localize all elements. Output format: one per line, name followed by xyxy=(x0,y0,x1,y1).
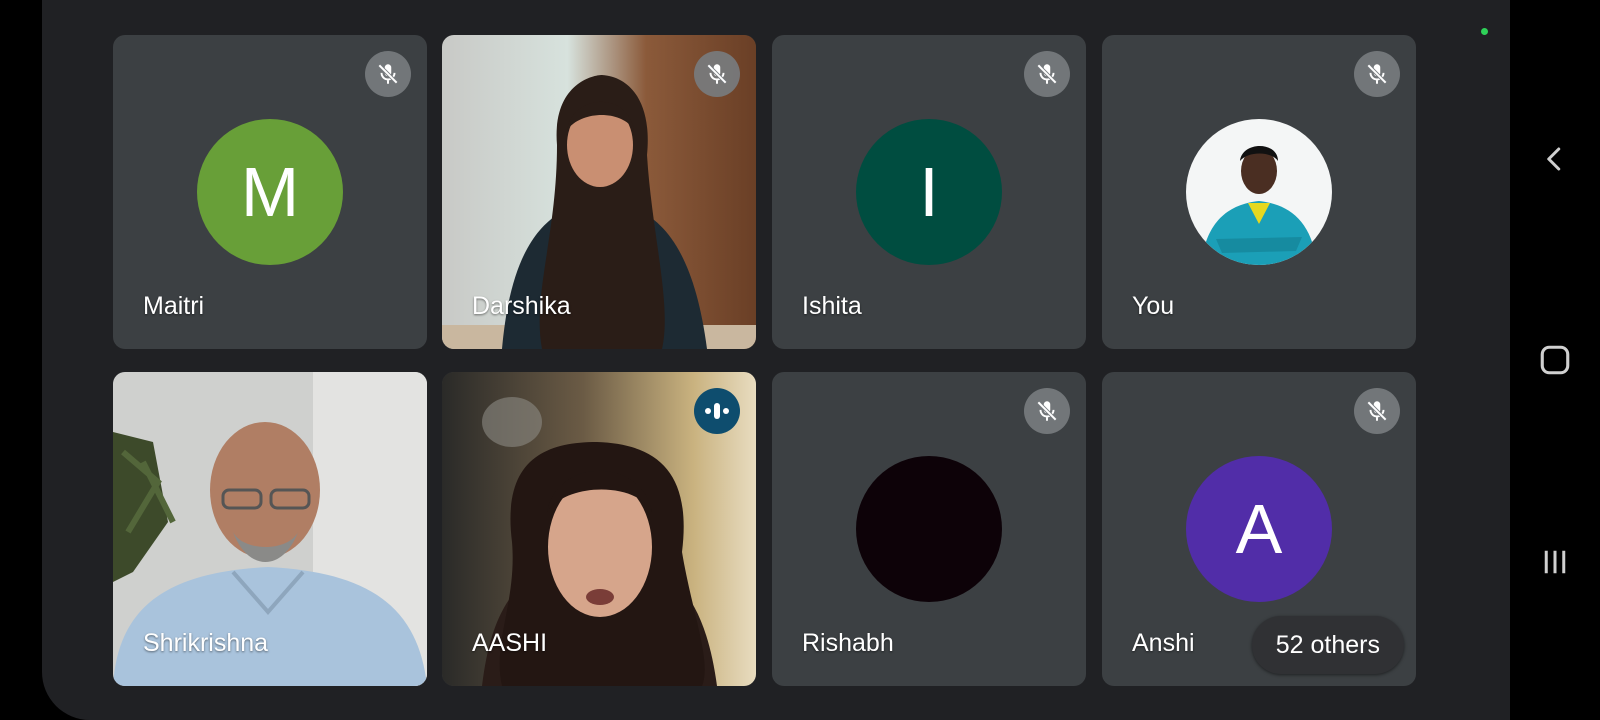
avatar xyxy=(1186,119,1332,265)
avatar xyxy=(856,456,1002,602)
home-square-icon[interactable] xyxy=(1532,337,1578,383)
camera-indicator-dot xyxy=(1481,28,1488,35)
participant-name: AASHI xyxy=(472,629,548,657)
recents-icon[interactable] xyxy=(1532,539,1578,585)
avatar: A xyxy=(1186,456,1332,602)
participant-name: Rishabh xyxy=(802,629,894,657)
mic-off-icon xyxy=(1354,51,1400,97)
mic-off-icon xyxy=(1354,388,1400,434)
mic-off-icon xyxy=(365,51,411,97)
others-button[interactable]: 52 others xyxy=(1251,616,1404,674)
participant-name: Maitri xyxy=(143,292,205,320)
participant-name: Ishita xyxy=(802,292,862,320)
participant-tile-ishita[interactable]: I Ishita xyxy=(772,35,1086,349)
chevron-left-icon[interactable] xyxy=(1532,136,1578,182)
participant-tile-anshi[interactable]: A Anshi 52 others xyxy=(1102,372,1416,686)
participant-name: Anshi xyxy=(1132,629,1195,657)
avatar: I xyxy=(856,119,1002,265)
audio-wave-icon xyxy=(694,388,740,434)
participant-tile-aashi[interactable]: AASHI xyxy=(442,372,756,686)
participant-name: Darshika xyxy=(472,292,571,320)
participant-tile-darshika[interactable]: Darshika xyxy=(442,35,756,349)
meeting-screen: M Maitri Darshika I Ishita You Shrikrish… xyxy=(42,0,1510,720)
mic-off-icon xyxy=(694,51,740,97)
mic-off-icon xyxy=(1024,388,1070,434)
avatar: M xyxy=(197,119,343,265)
participant-tile-rishabh[interactable]: Rishabh xyxy=(772,372,1086,686)
mic-off-icon xyxy=(1024,51,1070,97)
participant-name: Shrikrishna xyxy=(143,629,269,657)
participant-tile-maitri[interactable]: M Maitri xyxy=(113,35,427,349)
participant-name: You xyxy=(1132,292,1175,320)
android-nav-bar xyxy=(1510,0,1600,720)
participant-tile-you[interactable]: You xyxy=(1102,35,1416,349)
participant-tile-shrikrishna[interactable]: Shrikrishna xyxy=(113,372,427,686)
